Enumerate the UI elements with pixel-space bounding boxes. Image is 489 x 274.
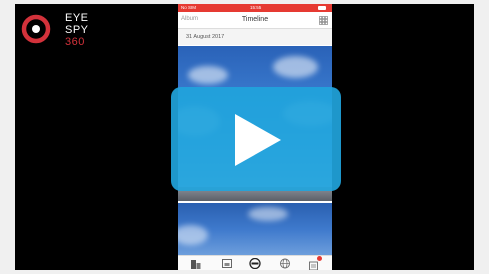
grid-view-icon[interactable] <box>319 16 328 25</box>
battery-icon <box>318 6 326 10</box>
carrier-label: No SIM <box>181 5 197 10</box>
logo-word-eye: EYE <box>65 12 89 24</box>
logo-word-360: 360 <box>65 36 85 48</box>
buildings-icon[interactable] <box>190 258 202 269</box>
status-time: 15:55 <box>250 5 262 10</box>
logo-word-spy: SPY <box>65 24 89 36</box>
page-title: Timeline <box>241 16 269 23</box>
gallery-icon[interactable] <box>221 258 233 269</box>
date-label: 31 August 2017 <box>186 34 225 40</box>
notification-badge <box>317 256 322 261</box>
video-play-button[interactable] <box>171 87 341 191</box>
date-header: 31 August 2017 <box>178 29 332 45</box>
camera-lens-icon[interactable] <box>248 258 262 269</box>
play-icon <box>235 114 281 166</box>
video-frame: EYE SPY 360 No SIM 15:55 Album Timeline <box>15 4 474 270</box>
notifications-tab[interactable] <box>308 256 322 270</box>
globe-icon[interactable] <box>279 258 291 269</box>
status-bar: No SIM 15:55 <box>178 4 332 12</box>
navigation-bar: Album Timeline <box>178 12 332 29</box>
tab-bar <box>178 255 332 270</box>
eyespy360-logo: EYE SPY 360 <box>21 10 91 56</box>
logo-ring-icon <box>21 14 51 44</box>
panorama-photo[interactable] <box>178 203 332 255</box>
notifications-icon <box>309 261 318 270</box>
